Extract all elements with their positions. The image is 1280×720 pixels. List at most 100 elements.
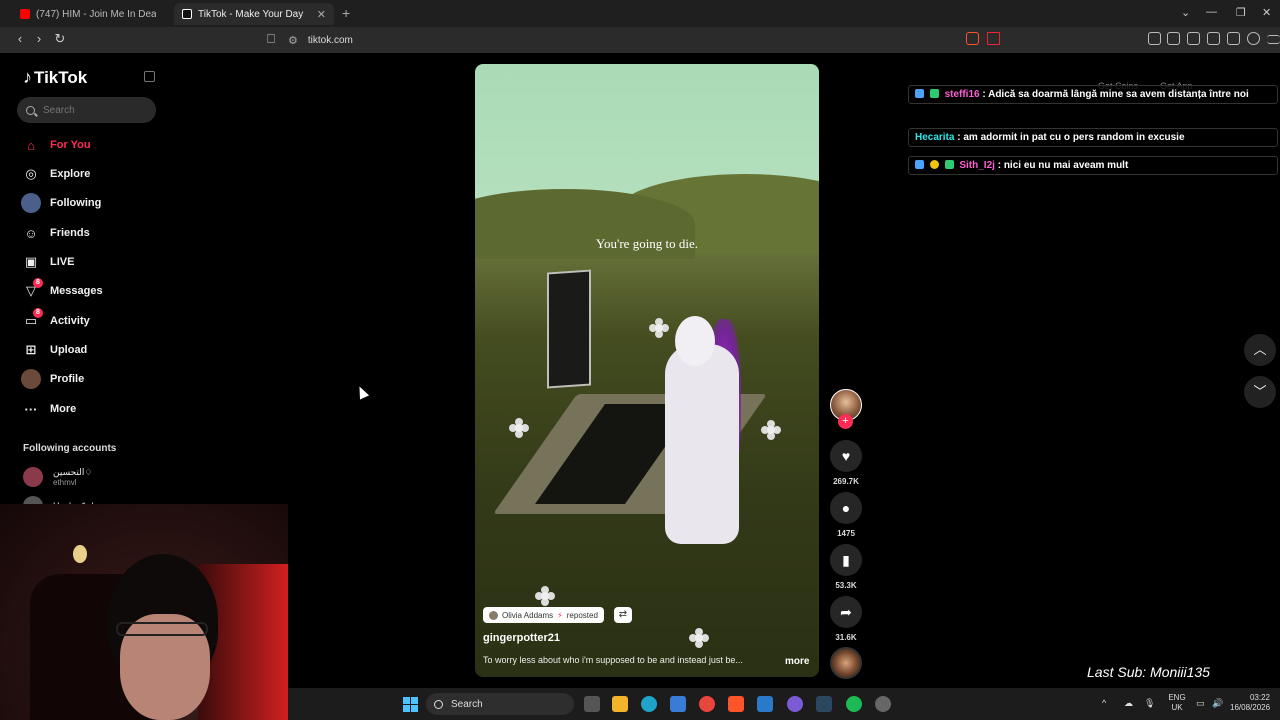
follow-plus-icon[interactable]: +	[838, 414, 853, 429]
extension-icon[interactable]	[1148, 32, 1161, 45]
tab-youtube[interactable]: (747) HIM - Join Me In Death - YouTu	[12, 3, 172, 25]
tab-title: (747) HIM - Join Me In Death - YouTu	[36, 8, 156, 20]
chat-message: steffi16 : Adică sa doarmă lângă mine sa…	[908, 85, 1278, 104]
media-icon[interactable]	[1167, 32, 1180, 45]
taskbar-search[interactable]: Search	[426, 693, 574, 715]
nav-label: Messages	[50, 285, 103, 297]
tiktok-icon	[182, 9, 192, 19]
account-username: ethmvl	[53, 478, 77, 487]
search-box[interactable]	[17, 97, 156, 123]
share-icon: ➦	[840, 604, 852, 620]
nav-label: Explore	[50, 168, 91, 180]
nav-activity[interactable]: ▭ 8 Activity	[21, 308, 90, 332]
more-button[interactable]: more	[785, 656, 809, 667]
vscode-icon[interactable]	[757, 696, 773, 712]
maximize-button[interactable]: ❐	[1236, 6, 1246, 19]
nav-explore[interactable]: ◎ Explore	[21, 163, 90, 185]
nav-label: For You	[50, 139, 91, 151]
account-name: التحسين♢	[53, 467, 93, 477]
share-count: 31.6K	[835, 633, 857, 642]
url-text: tiktok.com	[307, 34, 353, 46]
steam-icon[interactable]	[816, 696, 832, 712]
video-player[interactable]: You're going to die. Olivia Addams ⚡ rep…	[475, 64, 819, 677]
door-shape	[547, 269, 591, 389]
task-view-icon[interactable]	[584, 696, 600, 712]
nav-upload[interactable]: ⊞ Upload	[21, 339, 88, 361]
chat-message: Sith_I2j : nici eu nu mai aveam mult	[908, 156, 1278, 175]
chevron-up-icon: ︿	[1253, 342, 1267, 357]
search-input[interactable]	[43, 104, 143, 116]
app-icon[interactable]	[875, 696, 891, 712]
share-button[interactable]: ➦	[830, 596, 862, 628]
display-icon[interactable]: ▭	[1196, 698, 1205, 709]
repost-tag[interactable]: Olivia Addams ⚡ reposted	[483, 607, 604, 623]
comment-button[interactable]: ●	[830, 492, 862, 524]
nav-label: LIVE	[50, 256, 75, 268]
nav-for-you[interactable]: ⌂ For You	[21, 134, 91, 156]
video-author[interactable]: gingerpotter21	[483, 632, 560, 644]
activity-badge: 8	[33, 308, 43, 318]
nav-more[interactable]: ··· More	[21, 398, 77, 420]
search-icon	[434, 699, 443, 709]
bookmark-icon[interactable]: ⎕	[263, 31, 279, 47]
menu-icon[interactable]	[1267, 35, 1280, 44]
collapse-sidebar-icon[interactable]	[144, 71, 155, 82]
avatar	[23, 467, 43, 487]
address-bar[interactable]: ⚙ tiktok.com	[288, 30, 1008, 50]
brave-rewards-icon[interactable]	[987, 32, 1000, 45]
profile-icon	[21, 369, 41, 389]
network-icon[interactable]: ☁	[1124, 698, 1133, 709]
like-button[interactable]: ♥	[830, 440, 862, 472]
edge-icon[interactable]	[641, 696, 657, 712]
music-disc-icon[interactable]	[830, 647, 862, 679]
brave-icon[interactable]	[728, 696, 744, 712]
system-clock[interactable]: 03:22 16/08/2026	[1230, 693, 1270, 713]
leo-icon[interactable]	[1227, 32, 1240, 45]
windows-start-icon[interactable]	[403, 697, 418, 712]
sidebar-icon[interactable]	[1187, 32, 1200, 45]
language-indicator[interactable]: ENG UK	[1166, 693, 1188, 713]
tiktok-logo[interactable]: ♪ TikTok	[23, 67, 87, 88]
store-icon[interactable]	[670, 696, 686, 712]
nav-following[interactable]: Following	[21, 192, 101, 214]
minimize-button[interactable]: —	[1206, 6, 1217, 18]
close-tab-icon[interactable]: ✕	[317, 8, 326, 21]
reload-icon[interactable]: ↻	[52, 31, 68, 47]
tab-tiktok[interactable]: TikTok - Make Your Day ✕	[174, 3, 334, 25]
new-tab-button[interactable]: +	[342, 5, 350, 21]
brave-shield-icon[interactable]	[966, 32, 979, 45]
back-icon[interactable]: ‹	[12, 31, 28, 46]
nav-messages[interactable]: ▽ 8 Messages	[21, 278, 103, 302]
next-video-button[interactable]: ﹀	[1244, 376, 1276, 408]
flower-icon	[541, 592, 549, 600]
comment-count: 1475	[837, 529, 855, 538]
nav-label: Friends	[50, 227, 90, 239]
file-explorer-icon[interactable]	[612, 696, 628, 712]
mic-icon[interactable]: 🎙	[1144, 698, 1155, 709]
vpn-icon[interactable]	[1247, 32, 1260, 45]
previous-video-button[interactable]: ︿	[1244, 334, 1276, 366]
wallet-icon[interactable]	[1207, 32, 1220, 45]
nav-profile[interactable]: Profile	[21, 368, 84, 390]
spotify-icon[interactable]	[846, 696, 862, 712]
nav-label: Upload	[50, 344, 88, 356]
flower-icon	[515, 424, 523, 432]
close-window-button[interactable]: ✕	[1262, 6, 1271, 19]
forward-icon[interactable]: ›	[31, 31, 47, 46]
live-icon: ▣	[24, 254, 38, 269]
save-button[interactable]: ▮	[830, 544, 862, 576]
browser-nav-bar: ‹ › ↻ ⎕ ⚙ tiktok.com	[0, 27, 1280, 53]
following-account[interactable]: التحسين♢ ethmvl	[23, 467, 92, 487]
nav-friends[interactable]: ☺ Friends	[21, 222, 90, 244]
tray-chevron-icon[interactable]: ^	[1102, 698, 1106, 708]
repost-toggle-icon[interactable]: ⇄	[614, 607, 632, 623]
volume-icon[interactable]: 🔊	[1212, 698, 1223, 709]
keyboard-region: UK	[1171, 703, 1183, 712]
flower-icon	[655, 324, 663, 332]
discord-icon[interactable]	[787, 696, 803, 712]
chrome-icon[interactable]	[699, 696, 715, 712]
nav-live[interactable]: ▣ LIVE	[21, 251, 75, 273]
site-info-icon[interactable]: ⚙	[288, 34, 298, 47]
tab-list-icon[interactable]: ⌄	[1181, 6, 1190, 19]
nav-label: Activity	[50, 315, 90, 327]
